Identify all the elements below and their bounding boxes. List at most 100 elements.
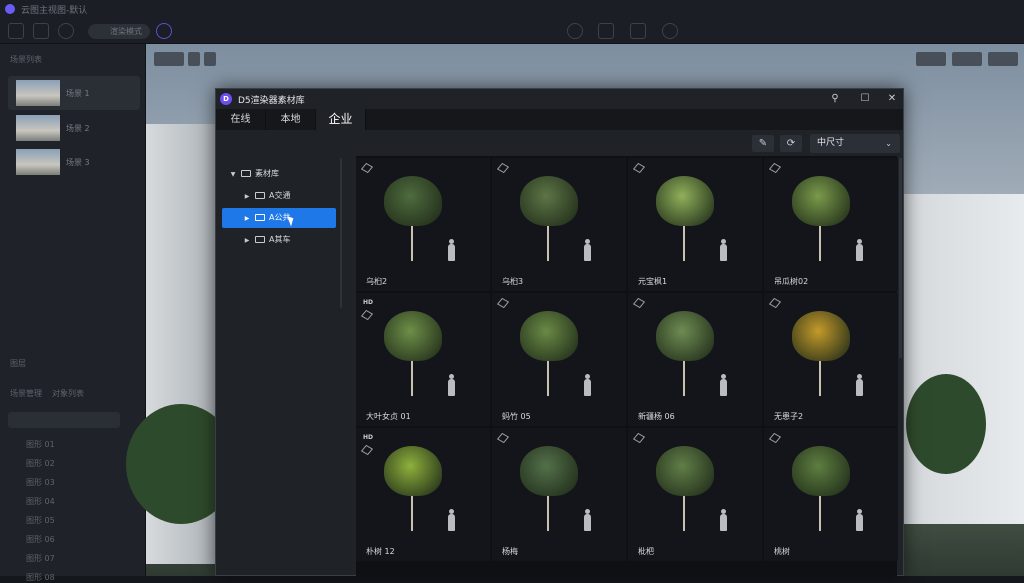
folder-icon	[241, 170, 251, 177]
model-3d-icon	[496, 162, 510, 174]
expand-arrow-icon[interactable]: ▶	[242, 231, 252, 251]
asset-card[interactable]: 吊瓜树02	[764, 158, 898, 291]
asset-name: 杨梅	[502, 547, 518, 556]
scene-thumbnail	[16, 115, 60, 141]
grid-scrollbar[interactable]	[899, 158, 902, 358]
layers-icon[interactable]	[630, 23, 646, 39]
outliner-item[interactable]: 图形 08	[26, 572, 55, 583]
tree-canopy	[520, 446, 578, 496]
scale-person-silhouette	[584, 374, 591, 396]
pin-icon[interactable]: ⚲	[828, 92, 842, 106]
refresh-icon[interactable]: ⟳	[780, 135, 802, 152]
tab-enterprise[interactable]: 企业	[316, 109, 366, 130]
tree-node-other[interactable]: ▶ A其车	[242, 230, 338, 250]
model-3d-icon	[632, 162, 646, 174]
outliner-header: 场景管理	[10, 389, 42, 398]
asset-card[interactable]: 杨梅	[492, 428, 626, 561]
hand-icon[interactable]	[662, 23, 678, 39]
pencil-icon[interactable]: ✎	[752, 135, 774, 152]
outliner-search-input[interactable]	[8, 412, 120, 428]
chat-icon[interactable]	[58, 23, 74, 39]
ai-icon[interactable]	[156, 23, 172, 39]
asset-toolbar: ✎ ⟳ 中尺寸 ⌄	[216, 130, 903, 158]
size-select-value: 中尺寸	[817, 138, 845, 148]
app-titlebar: 云图主视图-默认	[0, 0, 1024, 18]
close-icon[interactable]: ✕	[885, 92, 899, 106]
asset-library-dialog: D D5渲染器素材库 ⚲ ☐ ✕ 在线 本地 企业 ✎ ⟳ 中尺寸 ⌄ ▼ 素材库…	[215, 88, 904, 577]
outliner-item[interactable]: 图形 05	[26, 515, 55, 526]
viewport-tool-button[interactable]	[188, 52, 200, 66]
menu-icon[interactable]	[8, 23, 24, 39]
app-toolbar: 渲染模式	[0, 18, 1024, 44]
outliner-item[interactable]: 图形 01	[26, 439, 55, 450]
asset-card[interactable]: 枇杷	[628, 428, 762, 561]
tool-icon[interactable]	[598, 23, 614, 39]
asset-name: 新疆杨 06	[638, 412, 675, 421]
expand-arrow-icon[interactable]: ▶	[242, 187, 252, 207]
asset-name: 蚂竹 05	[502, 412, 531, 421]
outliner-item[interactable]: 图形 02	[26, 458, 55, 469]
tree-canopy	[520, 311, 578, 361]
viewport-tool-button[interactable]	[916, 52, 946, 66]
viewport-tree	[906, 374, 986, 474]
outliner-sub: 对象列表	[52, 389, 84, 398]
render-mode-button[interactable]: 渲染模式	[88, 24, 150, 39]
tree-canopy	[384, 311, 442, 361]
tree-node-label: A其车	[269, 235, 291, 244]
tree-canopy	[520, 176, 578, 226]
model-3d-icon	[768, 297, 782, 309]
viewport-tool-button[interactable]	[988, 52, 1018, 66]
dialog-titlebar[interactable]: D D5渲染器素材库 ⚲ ☐ ✕	[216, 89, 903, 109]
folder-tree: ▼ 素材库 ▶ A交通 ▶ A公共 ▶ A其车	[216, 158, 342, 577]
tree-node-public[interactable]: ▶ A公共	[222, 208, 336, 228]
layers-header: 图层	[10, 359, 26, 368]
scene-item[interactable]: 场景 2	[8, 111, 140, 145]
d5-logo-icon: D	[220, 93, 232, 105]
asset-card[interactable]: 元宝枫1	[628, 158, 762, 291]
asset-card[interactable]: HD 大叶女贞 01	[356, 293, 490, 426]
asset-card[interactable]: 蚂竹 05	[492, 293, 626, 426]
scenes-header: 场景列表	[10, 55, 42, 64]
asset-card[interactable]: 桃树	[764, 428, 898, 561]
asset-card[interactable]: 乌桕3	[492, 158, 626, 291]
viewport-building	[894, 194, 1024, 524]
model-3d-icon	[768, 162, 782, 174]
outliner-item[interactable]: 图形 03	[26, 477, 55, 488]
scale-person-silhouette	[856, 374, 863, 396]
outliner-item[interactable]: 图形 07	[26, 553, 55, 564]
expand-arrow-icon[interactable]: ▶	[242, 209, 252, 229]
viewport-tool-button[interactable]	[204, 52, 216, 66]
thumbnail-size-select[interactable]: 中尺寸 ⌄	[810, 134, 900, 153]
tab-online[interactable]: 在线	[216, 109, 266, 130]
asset-card[interactable]: 无患子2	[764, 293, 898, 426]
viewport-tool-button[interactable]	[952, 52, 982, 66]
outliner-item[interactable]: 图形 04	[26, 496, 55, 507]
tree-node-transport[interactable]: ▶ A交通	[242, 186, 338, 206]
scale-person-silhouette	[448, 509, 455, 531]
file-icon[interactable]	[33, 23, 49, 39]
expand-arrow-icon[interactable]: ▼	[228, 165, 238, 185]
scale-person-silhouette	[584, 509, 591, 531]
scene-item[interactable]: 场景 3	[8, 145, 140, 179]
asset-card[interactable]: 新疆杨 06	[628, 293, 762, 426]
app-logo-icon	[5, 4, 15, 14]
light-icon[interactable]	[567, 23, 583, 39]
asset-card[interactable]: HD 朴树 12	[356, 428, 490, 561]
scene-thumbnail	[16, 80, 60, 106]
outliner-item[interactable]: 图形 06	[26, 534, 55, 545]
scale-person-silhouette	[720, 509, 727, 531]
tree-canopy	[656, 176, 714, 226]
tree-node-root[interactable]: ▼ 素材库	[228, 164, 279, 184]
asset-card[interactable]: 乌桕2	[356, 158, 490, 291]
asset-name: 乌桕2	[366, 277, 388, 286]
model-3d-icon	[768, 432, 782, 444]
asset-name: 朴树 12	[366, 547, 395, 556]
tab-local[interactable]: 本地	[266, 109, 316, 130]
tree-canopy	[384, 176, 442, 226]
asset-name: 元宝枫1	[638, 277, 668, 286]
scene-item[interactable]: 场景 1	[8, 76, 140, 110]
panel-splitter[interactable]	[340, 158, 342, 308]
maximize-icon[interactable]: ☐	[858, 92, 872, 106]
viewport-tool-button[interactable]	[154, 52, 184, 66]
model-3d-icon	[360, 162, 374, 174]
